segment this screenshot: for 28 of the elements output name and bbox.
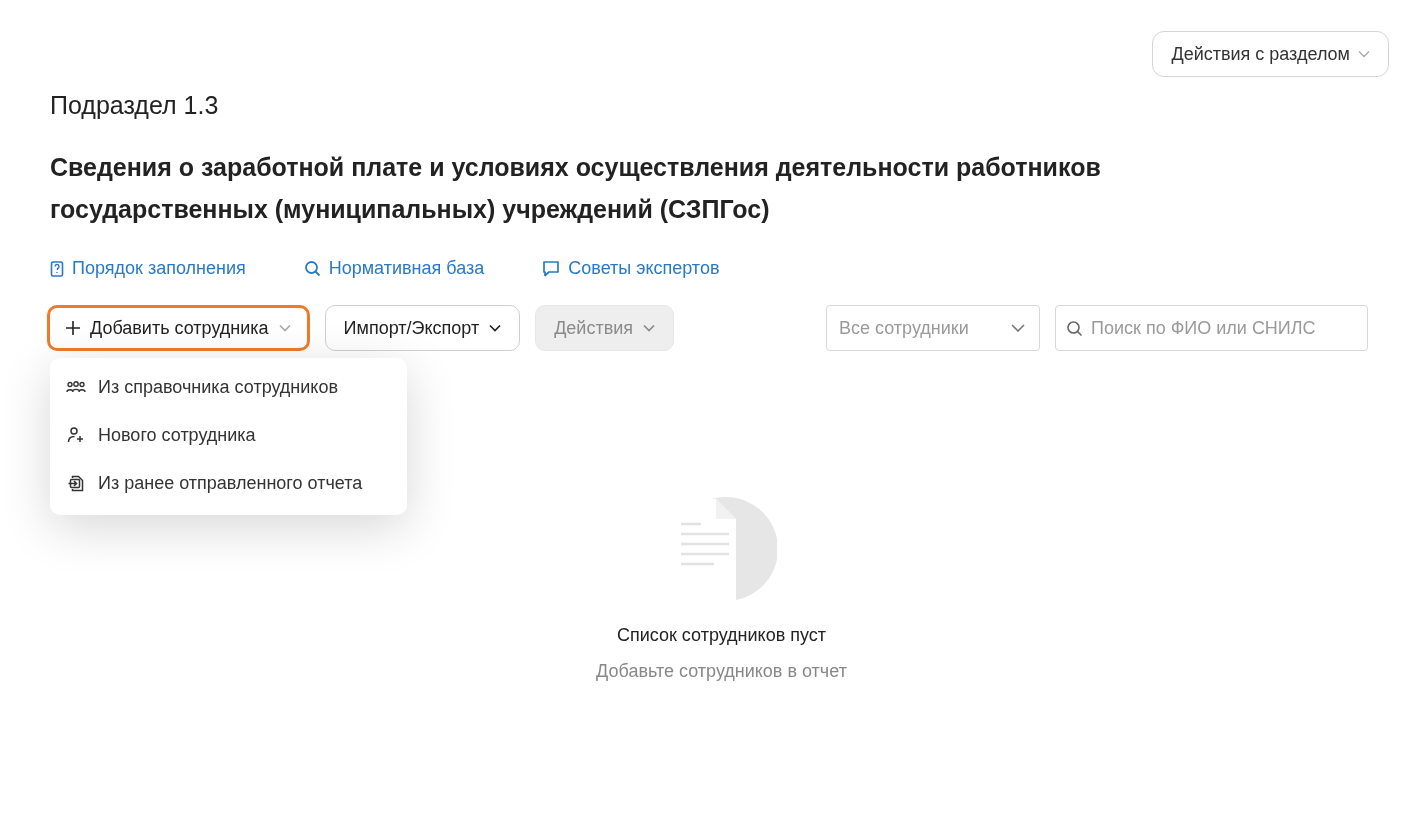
chat-bubble-icon bbox=[542, 260, 561, 277]
chevron-down-icon bbox=[1011, 324, 1025, 332]
menu-item[interactable]: Нового сотрудника bbox=[50, 411, 407, 459]
search-field[interactable]: Поиск по ФИО или СНИЛС bbox=[1055, 305, 1368, 351]
people-icon bbox=[66, 381, 86, 393]
add-employee-button[interactable]: Добавить сотрудника bbox=[47, 305, 310, 351]
chevron-down-icon bbox=[489, 324, 502, 332]
chevron-down-icon bbox=[1358, 50, 1370, 58]
empty-document-icon bbox=[671, 497, 777, 601]
menu-item[interactable]: Из справочника сотрудников bbox=[50, 363, 407, 411]
empty-state-hint: Добавьте сотрудников в отчет bbox=[596, 661, 847, 682]
help-link[interactable]: Нормативная база bbox=[303, 258, 485, 279]
menu-item[interactable]: Из ранее отправленного отчета bbox=[50, 459, 407, 507]
chevron-down-icon bbox=[278, 324, 291, 332]
document-arrow-icon bbox=[66, 474, 86, 492]
help-link[interactable]: Порядок заполнения bbox=[50, 258, 246, 279]
dropdown-button[interactable]: Импорт/Экспорт bbox=[324, 305, 521, 351]
chevron-down-icon bbox=[643, 324, 656, 332]
empty-state-title: Список сотрудников пуст bbox=[616, 625, 827, 646]
plus-icon bbox=[66, 321, 80, 335]
search-icon bbox=[1066, 320, 1083, 337]
book-icon bbox=[50, 260, 64, 277]
subsection-label: Подраздел 1.3 bbox=[50, 91, 220, 120]
page-title: Сведения о заработной плате и условиях осуществления деятельности работников государственных (муниципальных) учреждений (СЗПГос) bbox=[50, 152, 1102, 225]
search-icon bbox=[303, 260, 321, 277]
help-link[interactable]: Советы экспертов bbox=[542, 258, 720, 279]
person-plus-icon bbox=[66, 427, 86, 443]
section-actions-dropdown[interactable]: Действия с разделом bbox=[1152, 31, 1389, 77]
